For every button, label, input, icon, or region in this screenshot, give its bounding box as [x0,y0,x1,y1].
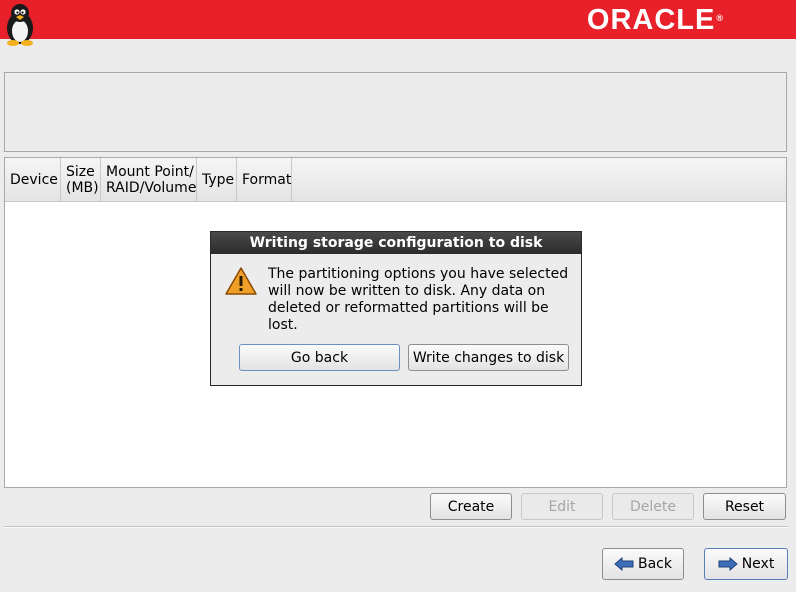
warning-icon [225,267,257,295]
partition-info-panel [4,72,787,152]
create-button[interactable]: Create [430,493,512,520]
column-header-type[interactable]: Type [197,158,237,201]
go-back-button[interactable]: Go back [239,344,400,371]
arrow-right-icon [718,557,738,571]
next-label: Next [741,556,775,572]
dialog-title: Writing storage configuration to disk [211,232,581,254]
column-header-device[interactable]: Device [5,158,61,201]
oracle-logo: ORACLE® [586,4,724,36]
write-config-dialog: Writing storage configuration to disk Th… [210,231,582,386]
write-changes-button[interactable]: Write changes to disk [408,344,569,371]
separator [4,526,788,528]
installer-header: ORACLE® [0,0,796,46]
arrow-left-icon [614,557,634,571]
reset-button[interactable]: Reset [703,493,786,520]
back-label: Back [638,556,672,572]
back-button[interactable]: Back [602,548,684,580]
column-header-format[interactable]: Format [237,158,292,201]
dialog-message: The partitioning options you have select… [268,266,569,333]
edit-button[interactable]: Edit [521,493,603,520]
column-header-size[interactable]: Size (MB) [61,158,101,201]
delete-button[interactable]: Delete [612,493,694,520]
table-header: Device Size (MB) Mount Point/ RAID/Volum… [5,158,786,202]
tux-penguin-icon [7,4,33,46]
next-button[interactable]: Next [704,548,788,580]
column-header-mount-point[interactable]: Mount Point/ RAID/Volume [101,158,197,201]
